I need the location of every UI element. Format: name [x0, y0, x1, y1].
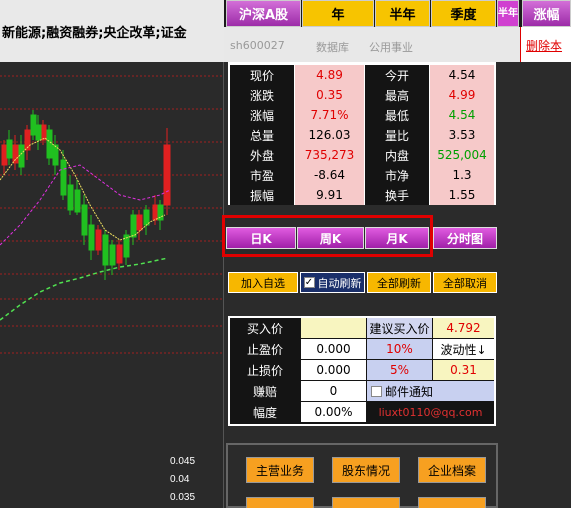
quote-value: 3.53 — [430, 125, 494, 145]
quote-value: 4.54 — [430, 105, 494, 125]
quote-label: 内盘 — [365, 145, 429, 165]
take-profit-label: 止盈价 — [246, 342, 283, 357]
industry: 公用事业 — [369, 41, 413, 54]
quote-row: 现价 4.89 今开 4.54 — [230, 65, 494, 85]
day-k-button[interactable]: 日K — [226, 227, 296, 249]
stop-loss-label: 止损价 — [246, 363, 283, 378]
quote-row: 总量 126.03 量比 3.53 — [230, 125, 494, 145]
quote-row: 振幅 9.91 换手 1.55 — [230, 185, 494, 205]
quote-value: 1.55 — [430, 185, 494, 205]
suggest-price-value: 4.792 — [433, 318, 494, 338]
quote-label: 最高 — [365, 85, 429, 105]
quote-label: 今开 — [365, 65, 429, 85]
auto-refresh-label: 自动刷新 — [317, 276, 362, 290]
trade-panel: 买入价 建议买入价 4.792 止盈价 0.000 10% 波动性↓ 止损价 0… — [228, 316, 496, 426]
checkbox-unchecked-icon[interactable] — [371, 385, 382, 397]
quote-value: 9.91 — [295, 185, 364, 205]
y-label: 0.04 — [170, 474, 190, 485]
company-info-panel: 主营业务 股东情况 企业档案 — [226, 443, 498, 508]
main-business-button[interactable]: 主营业务 — [246, 457, 314, 483]
delete-link[interactable]: 删除本 — [526, 37, 562, 54]
kline-chart[interactable]: 新能源;融资融券;央企改革;证金 0.045 0.04 0.035 — [0, 0, 224, 508]
top-tab-bar: 沪深A股 年 半年 季度 半年 涨幅 — [224, 0, 571, 27]
timeshare-button[interactable]: 分时图 — [433, 227, 497, 249]
quote-label: 外盘 — [230, 145, 294, 165]
more-button[interactable] — [418, 497, 486, 508]
pnl-value: 0 — [301, 381, 366, 401]
add-watchlist-button[interactable]: 加入自选 — [228, 272, 298, 293]
checkbox-checked-icon[interactable]: ✓ — [303, 277, 315, 288]
stop-loss-pct[interactable]: 5% — [367, 360, 432, 380]
quote-value: 735,273 — [295, 145, 364, 165]
info-item: 数据库 — [316, 41, 349, 54]
email-notify-label: 邮件通知 — [385, 384, 434, 399]
auto-refresh-toggle[interactable]: ✓ 自动刷新 — [300, 272, 365, 293]
take-profit-pct[interactable]: 10% — [367, 339, 432, 359]
quote-label: 最低 — [365, 105, 429, 125]
stock-code: sh600027 — [230, 39, 285, 52]
quote-value: 1.3 — [430, 165, 494, 185]
quote-value: 4.54 — [430, 65, 494, 85]
quote-value: 7.71% — [295, 105, 364, 125]
pnl-label: 赚赔 — [252, 384, 277, 399]
range-value: 0.00% — [301, 402, 366, 422]
tab-range[interactable]: 涨幅 — [522, 0, 571, 27]
range-label: 幅度 — [252, 405, 277, 420]
buy-price-input[interactable] — [301, 318, 366, 338]
take-profit-input[interactable]: 0.000 — [301, 339, 366, 359]
week-k-button[interactable]: 周K — [297, 227, 364, 249]
ma-green — [0, 257, 169, 321]
quote-value: 4.99 — [430, 85, 494, 105]
stock-info-strip: sh600027 数据库 公用事业 — [224, 27, 520, 62]
quote-table: 现价 4.89 今开 4.54 涨跌 0.35 最高 4.99 涨幅 7.71% 最低 4.54 总量 1… — [228, 62, 496, 205]
quote-value: 525,004 — [430, 145, 494, 165]
quote-row: 涨幅 7.71% 最低 4.54 — [230, 105, 494, 125]
right-empty-panel — [498, 62, 571, 508]
quote-value: 126.03 — [295, 125, 364, 145]
candles — [1, 110, 171, 280]
quote-value: -8.64 — [295, 165, 364, 185]
quote-label: 现价 — [230, 65, 294, 85]
company-profile-button[interactable]: 企业档案 — [418, 457, 486, 483]
quote-value: 0.35 — [295, 85, 364, 105]
shareholders-button[interactable]: 股东情况 — [332, 457, 400, 483]
tab-half-year[interactable]: 半年 — [375, 0, 430, 27]
tab-year[interactable]: 年 — [302, 0, 374, 27]
quote-label: 量比 — [365, 125, 429, 145]
more-button[interactable] — [246, 497, 314, 508]
quote-row: 外盘 735,273 内盘 525,004 — [230, 145, 494, 165]
email-address[interactable]: liuxt0110@qq.com — [367, 402, 494, 422]
volatility-button[interactable]: 波动性↓ — [433, 339, 494, 359]
quote-label: 涨幅 — [230, 105, 294, 125]
buy-price-label: 买入价 — [246, 321, 283, 336]
suggest-price-label: 建议买入价 — [367, 318, 432, 338]
volatility-value: 0.31 — [433, 360, 494, 380]
tab-half-year-vertical[interactable]: 半年 — [497, 0, 519, 27]
right-strip: 删除本 — [520, 27, 571, 62]
y-label: 0.045 — [170, 456, 196, 467]
quote-label: 振幅 — [230, 185, 294, 205]
quote-label: 市净 — [365, 165, 429, 185]
chart-canvas — [0, 75, 224, 354]
tab-market[interactable]: 沪深A股 — [226, 0, 301, 27]
refresh-all-button[interactable]: 全部刷新 — [367, 272, 431, 293]
y-label: 0.035 — [170, 492, 196, 503]
quote-label: 市盈 — [230, 165, 294, 185]
tab-quarter[interactable]: 季度 — [431, 0, 496, 27]
quote-row: 市盈 -8.64 市净 1.3 — [230, 165, 494, 185]
cancel-all-button[interactable]: 全部取消 — [433, 272, 497, 293]
quote-label: 涨跌 — [230, 85, 294, 105]
quote-row: 涨跌 0.35 最高 4.99 — [230, 85, 494, 105]
quote-label: 总量 — [230, 125, 294, 145]
more-button[interactable] — [332, 497, 400, 508]
quote-value: 4.89 — [295, 65, 364, 85]
month-k-button[interactable]: 月K — [365, 227, 429, 249]
email-notify-toggle[interactable]: 邮件通知 — [367, 381, 494, 401]
quote-label: 换手 — [365, 185, 429, 205]
stop-loss-input[interactable]: 0.000 — [301, 360, 366, 380]
